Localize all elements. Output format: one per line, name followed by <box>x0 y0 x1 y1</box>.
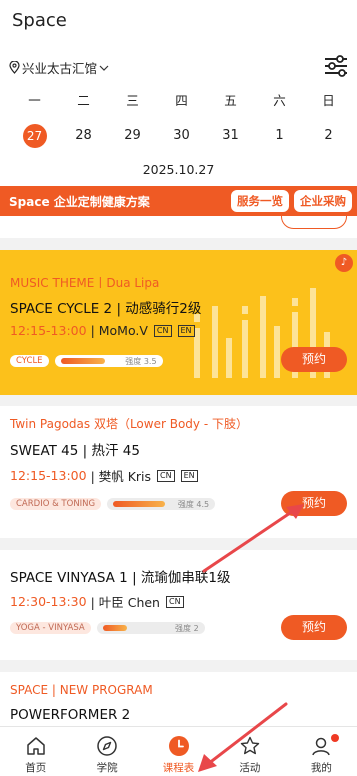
star-icon <box>240 736 260 755</box>
class-meta-row: YOGA - VINYASA 强度 2 <box>10 622 205 634</box>
tab-label: 课程表 <box>162 762 195 774</box>
class-card[interactable]: SPACE VINYASA 1 | 流瑜伽串联1级 12:30-13:30 | … <box>0 550 357 660</box>
tab-schedule[interactable]: 课程表 <box>143 727 214 776</box>
intensity-label: 强度 4.5 <box>177 499 210 509</box>
class-name: SPACE CYCLE 2 | 动感骑行2级 <box>10 301 202 317</box>
date-item[interactable]: 31 <box>206 124 255 148</box>
clock-icon <box>168 736 189 756</box>
tab-profile[interactable]: 我的 <box>286 727 357 776</box>
date-item-selected[interactable]: 27 <box>10 124 59 148</box>
filter-sliders-icon <box>325 55 347 77</box>
date-number: 30 <box>173 128 190 143</box>
services-button[interactable]: 服务一览 <box>231 190 289 212</box>
weekday-row: 一 二 三 四 五 六 日 <box>0 90 357 109</box>
date-item[interactable]: 30 <box>157 124 206 148</box>
class-theme: MUSIC THEME丨Dua Lipa <box>10 276 160 290</box>
intensity-fill <box>60 358 105 364</box>
lang-badge: EN <box>180 469 198 482</box>
intensity-label: 强度 3.5 <box>125 356 157 366</box>
class-theme: SPACE | NEW PROGRAM <box>10 683 153 697</box>
class-time-row: 12:30-13:30 | 叶臣 Chen CN <box>10 592 184 611</box>
coach-name: | 叶臣 Chen <box>90 595 160 610</box>
intensity-bar: 强度 4.5 <box>107 498 216 510</box>
book-button-partial[interactable] <box>281 216 347 229</box>
book-button[interactable]: 预约 <box>281 615 347 640</box>
class-name: SWEAT 45 | 热汗 45 <box>10 443 140 459</box>
date-number: 29 <box>124 128 141 143</box>
lang-badge: CN <box>165 595 184 608</box>
book-button[interactable]: 预约 <box>281 491 347 516</box>
date-item[interactable]: 2 <box>304 124 353 148</box>
weekday-label: 五 <box>224 93 237 108</box>
class-meta-row: CARDIO & TONING 强度 4.5 <box>10 498 216 510</box>
location-pin-icon <box>9 61 20 74</box>
date-item[interactable]: 29 <box>108 124 157 148</box>
intensity-label: 强度 2 <box>175 623 199 633</box>
weekday-label: 一 <box>28 93 41 108</box>
tab-academy[interactable]: 学院 <box>71 727 142 776</box>
class-time-row: 12:15-13:00 | 樊帆 Kris CN EN <box>10 466 198 485</box>
class-meta-row: CYCLE 强度 3.5 <box>10 355 163 367</box>
chevron-down-icon <box>99 65 109 71</box>
date-number: 31 <box>222 128 239 143</box>
date-number: 1 <box>275 128 284 143</box>
lang-badge: CN <box>153 324 172 337</box>
date-row: 27 28 29 30 31 1 2 <box>0 124 357 148</box>
class-card[interactable]: SPACE | NEW PROGRAM POWERFORMER 2 <box>0 672 357 726</box>
coach-name: | 樊帆 Kris <box>90 469 152 484</box>
filter-button[interactable] <box>323 54 349 78</box>
tab-label: 首页 <box>25 762 47 774</box>
weekday-label: 二 <box>77 93 90 108</box>
tab-label: 学院 <box>96 762 118 774</box>
date-number: 2 <box>324 128 333 143</box>
coach-name: | MoMo.V <box>90 323 148 338</box>
date-number: 27 <box>22 124 47 148</box>
weekday-label: 三 <box>126 93 139 108</box>
class-time: 12:30-13:30 <box>10 594 87 609</box>
class-list[interactable]: ♪ MUSIC THEME丨Dua Lipa SPACE CYCLE 2 | 动… <box>0 216 357 726</box>
class-time: 12:15-13:00 <box>10 468 87 483</box>
category-tag: CARDIO & TONING <box>10 498 102 510</box>
current-date-label: 2025.10.27 <box>142 162 215 177</box>
bottom-tab-bar: 首页 学院 课程表 活动 我的 <box>0 726 357 776</box>
lang-badge: CN <box>157 469 175 482</box>
promo-banner[interactable]: Space 企业定制健康方案 服务一览 企业采购 <box>0 186 357 216</box>
class-card[interactable]: Twin Pagodas 双塔（Lower Body - 下肢） SWEAT 4… <box>0 406 357 538</box>
weekday-label: 四 <box>175 93 188 108</box>
class-card[interactable]: ♪ MUSIC THEME丨Dua Lipa SPACE CYCLE 2 | 动… <box>0 250 357 395</box>
weekday-label: 六 <box>273 93 286 108</box>
class-time: 12:15-13:00 <box>10 323 87 338</box>
date-number: 28 <box>75 128 92 143</box>
intensity-bar: 强度 2 <box>96 622 205 634</box>
weekday-label: 日 <box>322 93 335 108</box>
class-name: POWERFORMER 2 <box>10 707 131 723</box>
tab-label: 我的 <box>310 762 332 774</box>
compass-icon <box>97 736 117 756</box>
lang-badge: EN <box>177 324 195 337</box>
music-badge-icon: ♪ <box>335 254 353 272</box>
class-card-partial <box>0 216 357 238</box>
tab-events[interactable]: 活动 <box>214 727 285 776</box>
class-time-row: 12:15-13:00 | MoMo.V CN EN <box>10 323 195 338</box>
promo-text: Space 企业定制健康方案 <box>9 194 150 209</box>
class-name: SPACE VINYASA 1 | 流瑜伽串联1级 <box>10 570 231 586</box>
location-selector[interactable]: 兴业太古汇馆 <box>9 58 109 77</box>
app-title: Space <box>12 10 67 31</box>
book-button[interactable]: 预约 <box>281 347 347 372</box>
profile-icon <box>312 737 331 756</box>
notification-dot <box>331 734 340 742</box>
intensity-fill <box>113 501 166 507</box>
tab-home[interactable]: 首页 <box>0 727 71 776</box>
home-icon <box>26 737 45 755</box>
procurement-button[interactable]: 企业采购 <box>294 190 352 212</box>
class-theme: Twin Pagodas 双塔（Lower Body - 下肢） <box>10 417 248 431</box>
category-tag: YOGA - VINYASA <box>10 622 91 634</box>
location-name: 兴业太古汇馆 <box>22 61 98 76</box>
intensity-bar: 强度 3.5 <box>54 355 163 367</box>
intensity-fill <box>102 625 127 631</box>
date-item[interactable]: 28 <box>59 124 108 148</box>
category-tag: CYCLE <box>10 355 49 367</box>
date-item[interactable]: 1 <box>255 124 304 148</box>
tab-label: 活动 <box>239 762 261 774</box>
